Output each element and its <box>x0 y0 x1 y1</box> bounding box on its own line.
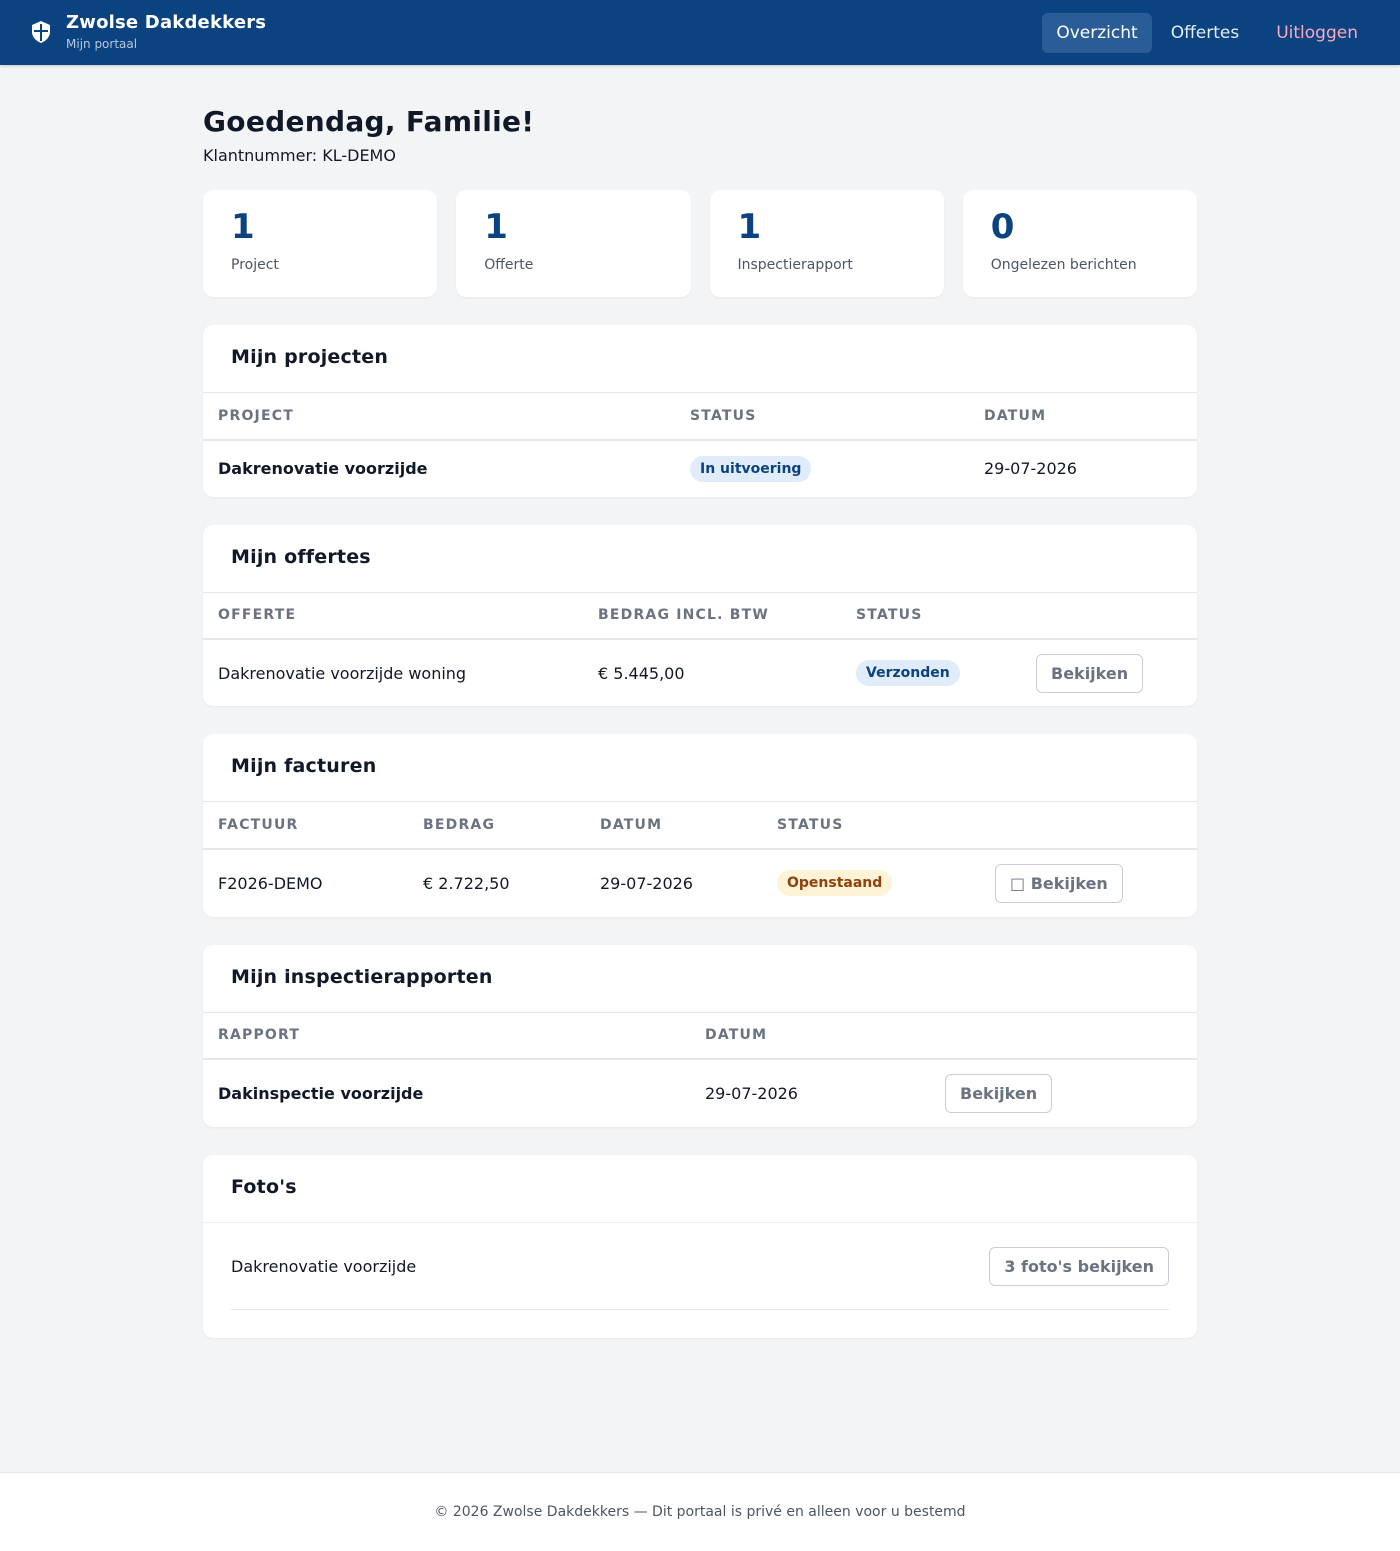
column-header-report: Rapport <box>203 1011 690 1060</box>
brand-name: Zwolse Dakdekkers <box>66 12 267 34</box>
stat-card-messages: 0 Ongelezen berichten <box>962 190 1197 297</box>
column-header-date: Datum <box>969 392 1197 441</box>
stat-value: 1 <box>231 207 255 247</box>
view-report-button[interactable]: Bekijken <box>945 1074 1053 1113</box>
actions-cell: Bekijken <box>1021 639 1197 706</box>
column-header-project: Project <box>203 392 675 441</box>
column-header-status: Status <box>762 801 980 850</box>
main-nav: Overzicht Offertes Uitloggen <box>1042 12 1372 53</box>
table-row: Dakrenovatie voorzijde In uitvoering 29-… <box>203 440 1197 497</box>
nav-overzicht[interactable]: Overzicht <box>1042 12 1152 53</box>
stat-card-quotes: 1 Offerte <box>456 190 691 297</box>
project-date: 29-07-2026 <box>984 459 1077 478</box>
client-number: Klantnummer: KL-DEMO <box>203 146 396 165</box>
column-header-actions <box>930 1011 1197 1060</box>
stat-value: 1 <box>484 207 508 247</box>
status-cell: In uitvoering <box>675 440 969 497</box>
footer-text: © 2026 Zwolse Dakdekkers — Dit portaal i… <box>434 1504 966 1520</box>
quotes-table: Offerte Bedrag incl. BTW Status Dakrenov… <box>203 591 1197 707</box>
stat-card-projects: 1 Project <box>203 190 438 297</box>
nav-uitloggen[interactable]: Uitloggen <box>1262 13 1372 53</box>
invoices-card: Mijn facturen Factuur Bedrag Datum Statu… <box>203 734 1197 917</box>
invoice-number: F2026-DEMO <box>218 873 323 893</box>
status-badge: In uitvoering <box>690 455 812 482</box>
quote-amount: € 5.445,00 <box>598 663 685 683</box>
table-row: Dakrenovatie voorzijde woning € 5.445,00… <box>203 639 1197 706</box>
actions-cell: Bekijken <box>930 1059 1197 1127</box>
reports-table: Rapport Datum Dakinspectie voorzijde 29-… <box>203 1011 1197 1128</box>
photos-card: Foto's Dakrenovatie voorzijde 3 foto's b… <box>203 1155 1197 1338</box>
stat-label: Ongelezen berichten <box>990 257 1137 273</box>
photo-album-label: Dakrenovatie voorzijde <box>231 1256 417 1276</box>
quotes-title: Mijn offertes <box>231 545 371 568</box>
brand[interactable]: Zwolse Dakdekkers Mijn portaal <box>30 13 266 51</box>
stats-row: 1 Project 1 Offerte 1 Inspectierapport 0… <box>203 190 1197 297</box>
column-header-actions <box>1021 591 1197 640</box>
status-badge: Openstaand <box>777 870 893 896</box>
column-header-quote: Offerte <box>203 591 583 640</box>
stat-value: 0 <box>990 207 1015 247</box>
table-row: F2026-DEMO € 2.722,50 29-07-2026 Opensta… <box>203 849 1197 917</box>
shield-cross-icon <box>30 20 52 44</box>
view-invoice-button[interactable]: □ Bekijken <box>995 863 1123 903</box>
report-date: 29-07-2026 <box>705 1084 798 1103</box>
projects-card: Mijn projecten Project Status Datum Dakr… <box>203 325 1197 497</box>
column-header-date: Datum <box>585 801 762 850</box>
column-header-status: Status <box>675 392 969 441</box>
quotes-card: Mijn offertes Offerte Bedrag incl. BTW S… <box>203 524 1197 707</box>
nav-offertes[interactable]: Offertes <box>1157 13 1254 53</box>
stat-card-reports: 1 Inspectierapport <box>709 190 944 297</box>
stat-label: Offerte <box>484 257 534 273</box>
brand-subtitle: Mijn portaal <box>66 36 138 51</box>
invoices-title: Mijn facturen <box>231 755 377 777</box>
invoice-date: 29-07-2026 <box>600 873 693 893</box>
column-header-actions <box>980 801 1197 850</box>
footer: © 2026 Zwolse Dakdekkers — Dit portaal i… <box>0 1472 1400 1551</box>
main-content: Goedendag, Familie! Klantnummer: KL-DEMO… <box>203 65 1197 1338</box>
status-cell: Verzonden <box>841 639 1021 706</box>
column-header-amount: Bedrag <box>408 801 585 850</box>
projects-title: Mijn projecten <box>231 346 389 368</box>
column-header-status: Status <box>841 591 1021 640</box>
status-badge: Verzonden <box>856 660 960 686</box>
stat-label: Inspectierapport <box>737 257 853 273</box>
column-header-invoice: Factuur <box>203 801 408 850</box>
column-header-date: Datum <box>690 1011 930 1060</box>
project-name: Dakrenovatie voorzijde <box>218 459 428 478</box>
reports-title: Mijn inspectierapporten <box>231 965 493 988</box>
reports-card: Mijn inspectierapporten Rapport Datum Da… <box>203 944 1197 1128</box>
actions-cell: □ Bekijken <box>980 849 1197 917</box>
quote-name: Dakrenovatie voorzijde woning <box>218 663 467 683</box>
report-name: Dakinspectie voorzijde <box>218 1084 424 1103</box>
photo-album-item: Dakrenovatie voorzijde 3 foto's bekijken <box>231 1223 1169 1310</box>
photos-title: Foto's <box>231 1176 297 1198</box>
stat-label: Project <box>231 257 279 273</box>
column-header-amount: Bedrag incl. BTW <box>583 591 841 640</box>
status-cell: Openstaand <box>762 849 980 917</box>
document-icon: □ <box>1010 873 1026 893</box>
projects-table: Project Status Datum Dakrenovatie voorzi… <box>203 392 1197 497</box>
view-quote-button[interactable]: Bekijken <box>1036 653 1144 693</box>
stat-value: 1 <box>737 207 762 247</box>
invoices-table: Factuur Bedrag Datum Status F2026-DEMO €… <box>203 801 1197 917</box>
table-row: Dakinspectie voorzijde 29-07-2026 Bekijk… <box>203 1059 1197 1127</box>
view-invoice-label: Bekijken <box>1030 873 1108 893</box>
top-navigation-bar: Zwolse Dakdekkers Mijn portaal Overzicht… <box>0 0 1400 65</box>
view-photos-button[interactable]: 3 foto's bekijken <box>989 1246 1169 1286</box>
invoice-amount: € 2.722,50 <box>423 873 510 893</box>
page-title: Goedendag, Familie! <box>203 105 535 138</box>
